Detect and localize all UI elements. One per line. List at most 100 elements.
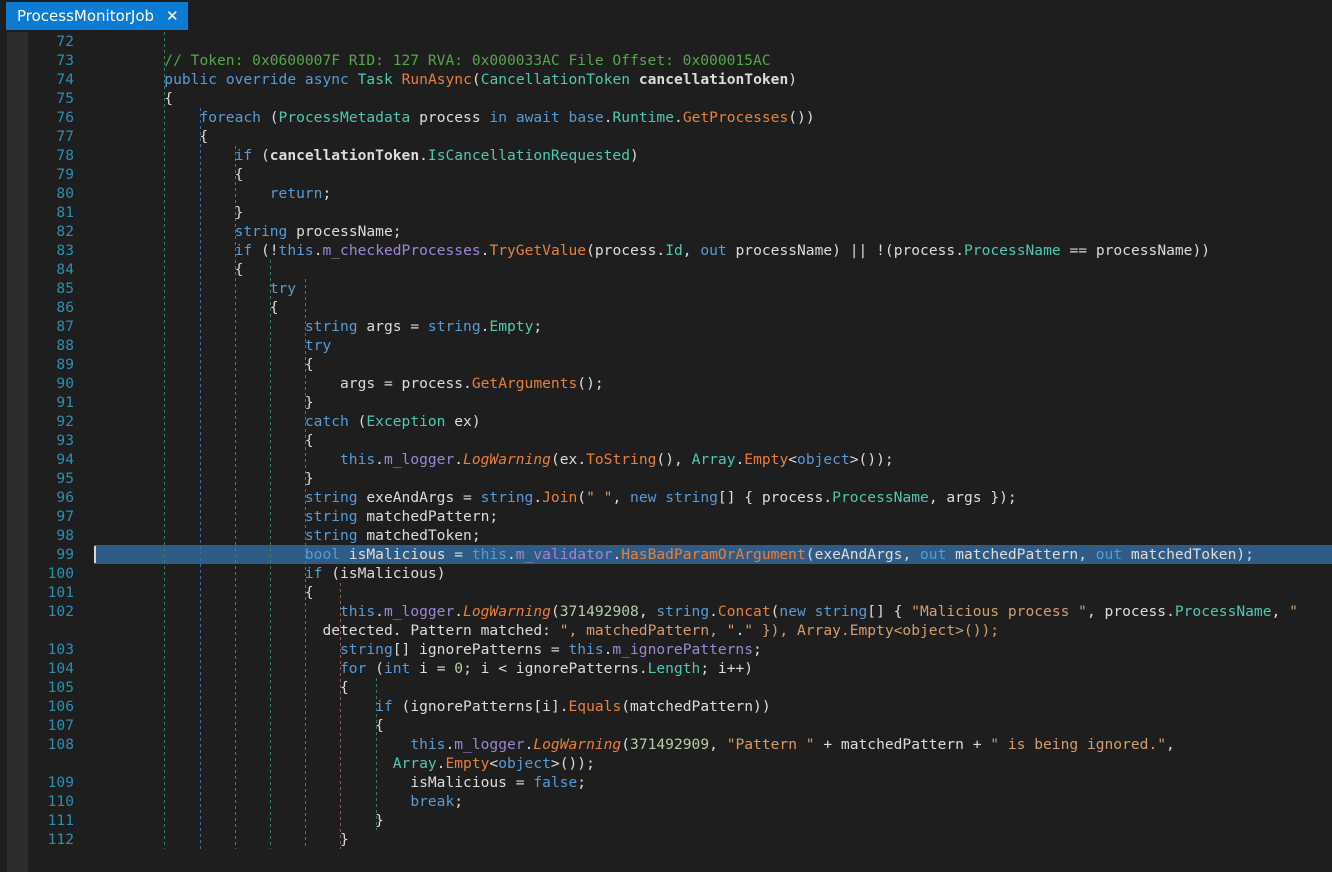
code-line[interactable]: 77 { (28, 127, 1332, 146)
line-number: 76 (56, 109, 74, 126)
line-number: 96 (56, 489, 74, 506)
code-line[interactable]: 110 break; (28, 792, 1332, 811)
code-text: isMalicious = false; (410, 774, 587, 791)
line-number: 85 (56, 280, 74, 297)
line-number: 74 (56, 71, 74, 88)
line-number: 82 (56, 223, 74, 240)
code-line[interactable]: 101 { (28, 583, 1332, 602)
code-text: detected. Pattern matched: ", matchedPat… (322, 622, 1000, 639)
code-line[interactable]: 86 { (28, 298, 1332, 317)
code-line[interactable]: 112 } (28, 830, 1332, 849)
line-number: 79 (56, 166, 74, 183)
code-line[interactable]: 104 for (int i = 0; i < ignorePatterns.L… (28, 659, 1332, 678)
code-line[interactable]: 98 string matchedToken; (28, 526, 1332, 545)
code-text: try (269, 280, 297, 297)
code-line[interactable]: 103 string[] ignorePatterns = this.m_ign… (28, 640, 1332, 659)
code-line[interactable]: 96 string exeAndArgs = string.Join(" ", … (28, 488, 1332, 507)
code-text: string processName; (234, 223, 402, 240)
code-line[interactable]: 92 catch (Exception ex) (28, 412, 1332, 431)
code-text: return; (269, 185, 332, 202)
code-line[interactable]: 99 bool isMalicious = this.m_validator.H… (28, 545, 1332, 564)
code-line[interactable]: 102 this.m_logger.LogWarning(371492908, … (28, 602, 1332, 621)
code-line[interactable]: 91 } (28, 393, 1332, 412)
code-line[interactable]: 78 if (cancellationToken.IsCancellationR… (28, 146, 1332, 165)
line-number: 112 (47, 831, 74, 848)
code-line[interactable]: 73 // Token: 0x0600007F RID: 127 RVA: 0x… (28, 51, 1332, 70)
code-line[interactable]: 94 this.m_logger.LogWarning(ex.ToString(… (28, 450, 1332, 469)
tab-process-monitor-job[interactable]: ProcessMonitorJob ✕ (6, 2, 188, 30)
code-text: } (94, 470, 314, 487)
code-surface[interactable]: 72 73 // Token: 0x0600007F RID: 127 RVA: … (28, 32, 1332, 872)
code-text: if (isMalicious) (304, 565, 446, 582)
line-number: 104 (47, 660, 74, 677)
code-line[interactable]: 93 { (28, 431, 1332, 450)
code-line[interactable]: 76 foreach (ProcessMetadata process in a… (28, 108, 1332, 127)
line-number: 107 (47, 717, 74, 734)
code-text: { (94, 584, 314, 601)
line-number: 89 (56, 356, 74, 373)
code-text: string[] ignorePatterns = this.m_ignoreP… (340, 641, 762, 658)
line-number: 72 (56, 33, 74, 50)
code-line[interactable]: 109 isMalicious = false; (28, 773, 1332, 792)
code-line[interactable]: 95 } (28, 469, 1332, 488)
code-line[interactable]: 80 return; (28, 184, 1332, 203)
code-line[interactable]: 111 } (28, 811, 1332, 830)
code-line[interactable]: 85 try (28, 279, 1332, 298)
code-line[interactable]: detected. Pattern matched: ", matchedPat… (28, 621, 1332, 640)
code-line[interactable]: 83 if (!this.m_checkedProcesses.TryGetVa… (28, 241, 1332, 260)
code-text: { (94, 261, 244, 278)
code-line[interactable]: 107 { (28, 716, 1332, 735)
line-number: 106 (47, 698, 74, 715)
code-text: bool isMalicious = this.m_validator.HasB… (304, 546, 1254, 563)
line-number: 94 (56, 451, 74, 468)
line-number: 86 (56, 299, 74, 316)
line-number: 80 (56, 185, 74, 202)
code-line[interactable]: 72 (28, 32, 1332, 51)
code-line[interactable]: 84 { (28, 260, 1332, 279)
line-number: 111 (47, 812, 74, 829)
line-number: 81 (56, 204, 74, 221)
code-line[interactable]: 108 this.m_logger.LogWarning(371492909, … (28, 735, 1332, 754)
code-line[interactable]: 87 string args = string.Empty; (28, 317, 1332, 336)
breakpoint-gutter[interactable] (7, 32, 28, 872)
code-line[interactable]: 106 if (ignorePatterns[i].Equals(matched… (28, 697, 1332, 716)
code-line[interactable]: 89 { (28, 355, 1332, 374)
code-line[interactable]: 97 string matchedPattern; (28, 507, 1332, 526)
line-number: 110 (47, 793, 74, 810)
code-line[interactable]: 82 string processName; (28, 222, 1332, 241)
code-line[interactable]: Array.Empty<object>()); (28, 754, 1332, 773)
code-text: { (94, 299, 279, 316)
line-number: 98 (56, 527, 74, 544)
line-number: 73 (56, 52, 74, 69)
close-icon[interactable]: ✕ (166, 8, 179, 24)
line-number: 83 (56, 242, 74, 259)
text-caret (94, 546, 96, 563)
code-line[interactable]: 100 if (isMalicious) (28, 564, 1332, 583)
line-number: 84 (56, 261, 74, 278)
line-number: 108 (47, 736, 74, 753)
code-line[interactable]: 79 { (28, 165, 1332, 184)
code-text: string exeAndArgs = string.Join(" ", new… (304, 489, 1017, 506)
code-text: { (94, 432, 314, 449)
code-text: this.m_logger.LogWarning(371492909, "Pat… (410, 736, 1175, 753)
code-editor[interactable]: 72 73 // Token: 0x0600007F RID: 127 RVA: … (0, 32, 1332, 872)
line-number: 90 (56, 375, 74, 392)
code-text: if (!this.m_checkedProcesses.TryGetValue… (234, 242, 1211, 259)
code-line[interactable]: 105 { (28, 678, 1332, 697)
tab-strip: ProcessMonitorJob ✕ (0, 0, 1332, 32)
code-line[interactable]: 90 args = process.GetArguments(); (28, 374, 1332, 393)
code-text: { (94, 128, 209, 145)
line-number: 100 (47, 565, 74, 582)
code-text: { (94, 717, 384, 734)
code-line[interactable]: 81 } (28, 203, 1332, 222)
line-number: 97 (56, 508, 74, 525)
code-line[interactable]: 88 try (28, 336, 1332, 355)
code-line[interactable]: 75 { (28, 89, 1332, 108)
line-number: 88 (56, 337, 74, 354)
code-text: { (94, 356, 314, 373)
line-number: 93 (56, 432, 74, 449)
code-line[interactable]: 74 public override async Task RunAsync(C… (28, 70, 1332, 89)
code-text: for (int i = 0; i < ignorePatterns.Lengt… (340, 660, 754, 677)
code-text: { (94, 166, 244, 183)
line-number: 91 (56, 394, 74, 411)
